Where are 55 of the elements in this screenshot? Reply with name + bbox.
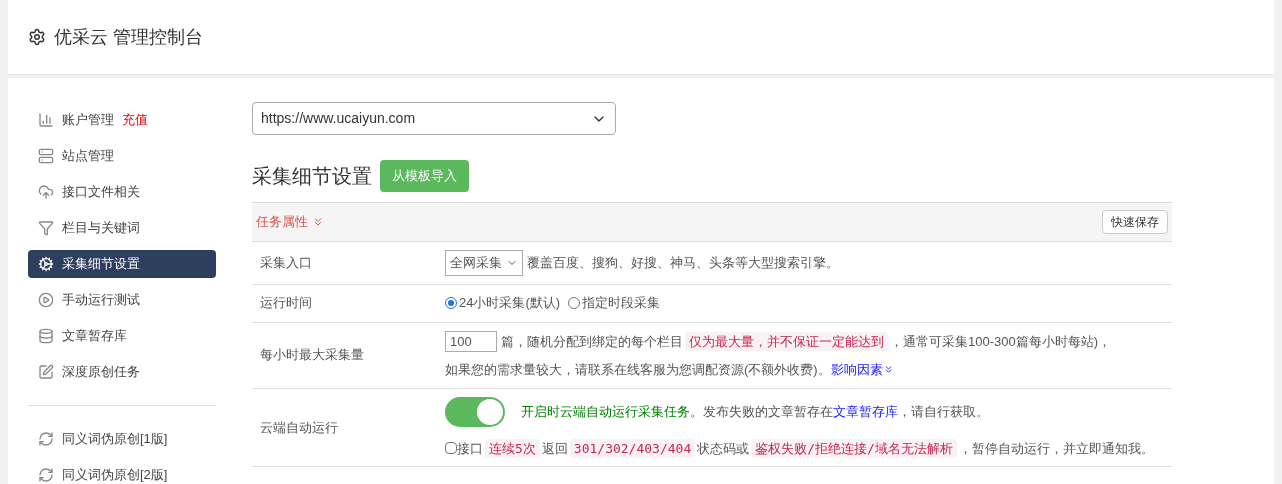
alert-text: ，暂停自动运行，并立即通知我。 xyxy=(958,439,1154,458)
code-tag: 301/302/403/404 xyxy=(569,438,696,458)
influence-link[interactable]: 影响因素 xyxy=(830,360,894,380)
amount-field[interactable]: 100 xyxy=(445,330,497,352)
console-title: 优采云 管理控制台 xyxy=(54,25,203,49)
sidebar-item[interactable]: 接口文件相关 xyxy=(28,178,216,206)
cloud-upload-icon xyxy=(38,184,54,200)
site-select[interactable]: https://www.ucaiyun.com xyxy=(252,102,616,135)
quick-save-button[interactable]: 快速保存 xyxy=(1102,210,1168,234)
sidebar-item[interactable]: 同义词伪原创[1版] xyxy=(28,425,216,453)
checkbox[interactable] xyxy=(445,442,457,455)
play-icon xyxy=(38,292,54,308)
source-select[interactable]: 全网采集 xyxy=(445,250,523,276)
sidebar-item[interactable]: 采集细节设置 xyxy=(28,250,216,278)
recharge-badge[interactable]: 充值 xyxy=(122,110,148,130)
code-tag: 连续5次 xyxy=(485,438,540,458)
code-tag: 鉴权失败/拒绝连接/域名无法解析 xyxy=(751,438,957,458)
double-chevron-icon xyxy=(312,216,324,228)
edit-icon xyxy=(38,364,54,380)
database-icon xyxy=(38,328,54,344)
section-heading: 采集细节设置 xyxy=(252,164,372,189)
row-label: 运行时间 xyxy=(259,294,313,313)
sidebar-item[interactable]: 账户管理 充值 xyxy=(28,106,216,134)
sidebar-item[interactable]: 站点管理 xyxy=(28,142,216,170)
store-text: 发布失败的文章暂存在 xyxy=(703,402,833,421)
alert-text: 返回 xyxy=(541,439,568,458)
alert-text: 接口 xyxy=(457,439,483,458)
row-label: 采集入口 xyxy=(259,254,313,272)
alert-text: 状态码或 xyxy=(697,439,750,458)
sidebar-item[interactable]: 同义词伪原创[2版] xyxy=(28,461,216,484)
storage-link[interactable]: 文章暂存库 xyxy=(833,401,898,422)
toggle-text: 开启时云端自动运行采集任务。 xyxy=(521,402,703,421)
refresh-icon xyxy=(38,467,54,483)
gears-icon xyxy=(38,256,54,272)
description-text: 覆盖百度、搜狗、好搜、神马、头条等大型搜索引擎。 xyxy=(527,254,839,272)
toggle-switch[interactable] xyxy=(445,396,505,427)
filter-icon xyxy=(38,220,54,236)
sidebar-item[interactable]: 手动运行测试 xyxy=(28,286,216,314)
fetch-text: ，请自行获取。 xyxy=(898,402,989,421)
refresh-icon xyxy=(38,431,54,447)
bar-chart-icon xyxy=(38,112,54,128)
radio-option[interactable]: 24小时采集(默认) xyxy=(445,293,561,313)
contact-text: 如果您的需求量较大，请联系在线客服为您调配资源(不额外收费)。 xyxy=(445,361,831,379)
amount-note: ，通常可采集100-300篇每小时每站)， xyxy=(890,332,1112,351)
sidebar-item[interactable]: 文章暂存库 xyxy=(28,322,216,350)
panel-title[interactable]: 任务属性 xyxy=(256,212,324,232)
sidebar-item[interactable]: 栏目与关键词 xyxy=(28,214,216,242)
code-tag: 仅为最大量，并不保证一定能达到 xyxy=(685,331,888,351)
radio-option[interactable]: 指定时段采集 xyxy=(568,293,661,313)
amount-text: 篇，随机分配到绑定的每个栏目 xyxy=(501,332,683,351)
row-label: 每小时最大采集量 xyxy=(259,346,365,365)
sidebar-item[interactable]: 深度原创任务 xyxy=(28,358,216,386)
row-label: 云端自动运行 xyxy=(259,418,339,437)
server-icon xyxy=(38,148,54,164)
settings-icon xyxy=(28,28,46,46)
